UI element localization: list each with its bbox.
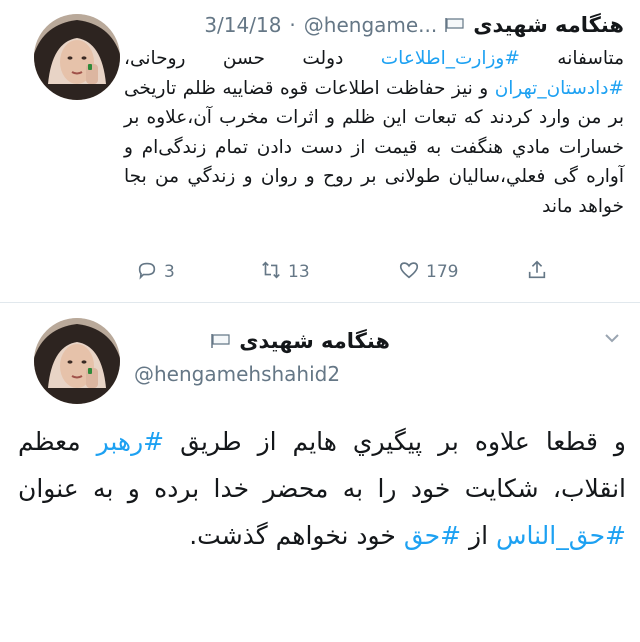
share-button[interactable] (526, 258, 548, 286)
reply-button[interactable]: 3 (136, 258, 175, 286)
separator: · (289, 13, 296, 37)
tweet-text-segment: خود نخواهم گذشت. (189, 521, 404, 550)
chevron-down-icon[interactable] (602, 330, 622, 346)
tweet-header: هنگامه شهیدی (211, 324, 390, 358)
tweet-text: متاسفانه #وزارت_اطلاعات دولت حسن روحانی،… (124, 44, 624, 221)
tweet-header: 3/14/18 · @hengame... هنگامه شهیدی (204, 8, 624, 42)
tweet-text: و قطعا علاوه بر پیگیري هایم از طریق #رهب… (18, 418, 626, 559)
retweet-icon (260, 259, 282, 286)
retweet-count: 13 (288, 262, 310, 282)
tweet-text-segment: متاسفانه (519, 48, 624, 69)
retweet-button[interactable]: 13 (260, 258, 310, 286)
tweet-text-segment: و قطعا علاوه بر پیگیري هایم از طریق (164, 427, 627, 456)
hashtag-link[interactable]: #حق_الناس (496, 521, 626, 550)
share-icon (526, 259, 548, 286)
flag-icon (211, 333, 231, 349)
avatar[interactable] (34, 318, 120, 404)
heart-icon (398, 259, 420, 286)
tweet-date[interactable]: 3/14/18 (204, 13, 281, 37)
user-name[interactable]: هنگامه شهیدی (239, 329, 390, 353)
reply-count: 3 (164, 262, 175, 282)
tweet-1: 3/14/18 · @hengame... هنگامه شهیدی متاسف… (0, 0, 640, 300)
flag-icon (445, 17, 465, 33)
tweet-actions: 3 13 179 (136, 258, 556, 286)
hashtag-link[interactable]: #رهبر (97, 427, 165, 456)
user-handle[interactable]: @hengame... (304, 13, 437, 37)
hashtag-link[interactable]: #وزارت_اطلاعات (381, 48, 520, 69)
user-name[interactable]: هنگامه شهیدی (473, 13, 624, 37)
hashtag-link[interactable]: #دادستان_تهران (495, 78, 624, 99)
hashtag-link[interactable]: #حق (404, 521, 461, 550)
user-handle[interactable]: @hengamehshahid2 (134, 362, 340, 386)
like-button[interactable]: 179 (398, 258, 458, 286)
tweet-text-segment: از (461, 521, 496, 550)
tweet-text-segment: دولت حسن روحانی، (124, 48, 381, 69)
reply-icon (136, 259, 158, 286)
avatar[interactable] (34, 14, 120, 100)
tweet-divider (0, 302, 640, 303)
like-count: 179 (426, 262, 459, 282)
